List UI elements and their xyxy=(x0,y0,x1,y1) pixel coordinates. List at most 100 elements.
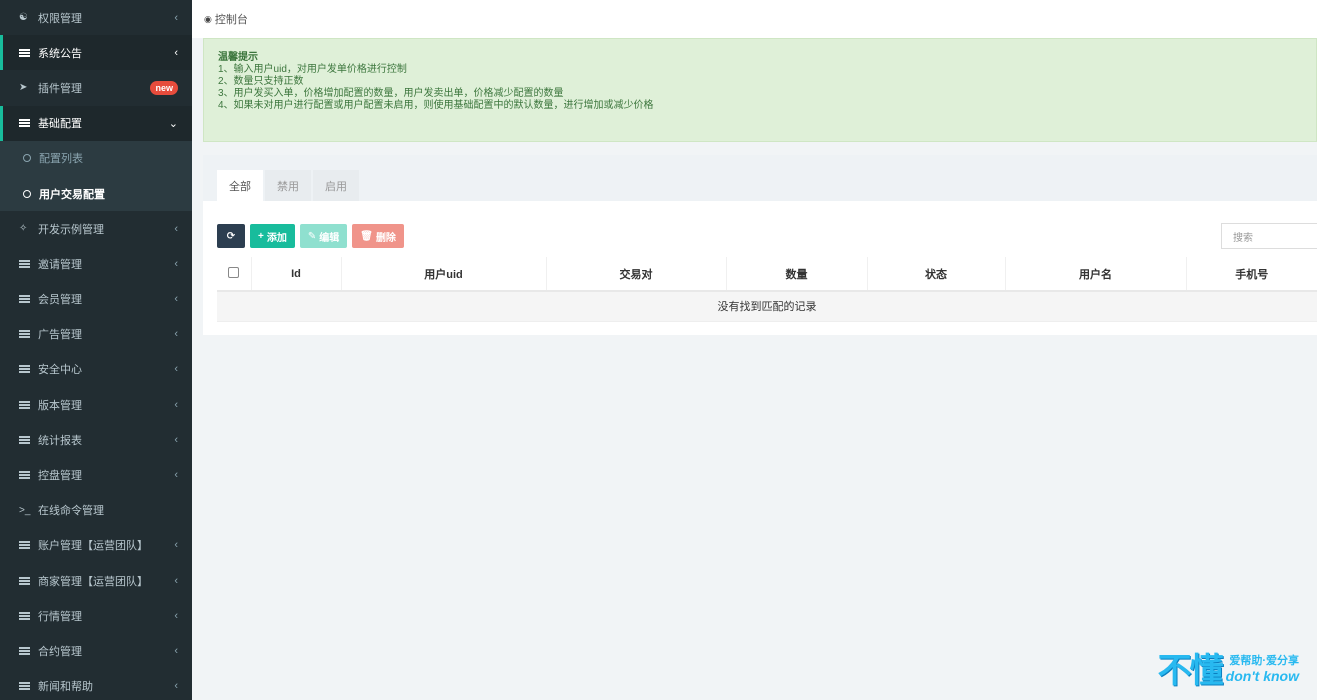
delete-button-label: 删除 xyxy=(375,232,396,244)
toolbar: ⟳ + 添加 ✎ 编辑 🗑 删除 搜索 xyxy=(217,223,1317,249)
tip-line: 3、用户发买入单，价格增加配置的数量，用户发卖出单，价格减少配置的数量 xyxy=(218,88,564,99)
list-icon xyxy=(19,682,33,691)
sidebar-item-label: 插件管理 xyxy=(38,82,82,95)
search-input[interactable]: 搜索 xyxy=(1221,223,1317,249)
tab-disabled[interactable]: 禁用 xyxy=(265,170,311,201)
column-header-status[interactable]: 状态 xyxy=(866,257,1005,292)
circle-icon xyxy=(23,189,31,198)
sidebar-item-label: 商家管理【运营团队】 xyxy=(38,575,148,588)
list-icon xyxy=(19,646,33,655)
edit-button-label: 编辑 xyxy=(319,232,340,244)
chevron-left-icon: ‹ xyxy=(174,469,178,482)
sidebar-item-security[interactable]: 安全中心 ‹ xyxy=(0,352,192,387)
tip-line: 4、如果未对用户进行配置或用户配置未启用，则使用基础配置中的默认数量，进行增加或… xyxy=(218,100,654,111)
sidebar-item-announcements[interactable]: 系统公告 ‹ xyxy=(0,35,192,71)
refresh-icon: ⟳ xyxy=(226,230,236,242)
tab-all[interactable]: 全部 xyxy=(217,170,263,201)
sidebar-item-dev-examples[interactable]: ✧ 开发示例管理 ‹ xyxy=(0,211,192,246)
sidebar-item-label: 行情管理 xyxy=(38,610,82,623)
watermark-en-text: don't know xyxy=(1225,667,1299,684)
delete-button[interactable]: 🗑 删除 xyxy=(352,224,404,248)
dashboard-icon: ◉ xyxy=(204,13,212,24)
pencil-icon: ✎ xyxy=(307,230,317,242)
list-icon xyxy=(19,576,33,585)
circle-icon xyxy=(23,154,31,163)
column-header-id[interactable]: Id xyxy=(250,257,341,292)
sidebar-item-label: 系统公告 xyxy=(38,47,82,60)
select-all-checkbox[interactable] xyxy=(228,266,240,278)
chevron-left-icon: ‹ xyxy=(174,609,178,622)
sidebar-item-quotes[interactable]: 行情管理 ‹ xyxy=(0,598,192,633)
sidebar-item-invites[interactable]: 邀请管理 ‹ xyxy=(0,246,192,281)
trash-icon: 🗑 xyxy=(360,230,373,242)
sidebar-item-label: 版本管理 xyxy=(38,399,82,412)
chevron-left-icon: ‹ xyxy=(174,539,178,552)
table-panel: 全部 禁用 启用 ⟳ + 添加 ✎ 编辑 🗑 删除 搜索 Id 用户uid 交易… xyxy=(203,155,1317,335)
tab-enabled[interactable]: 启用 xyxy=(313,170,359,201)
sidebar-item-label: 安全中心 xyxy=(38,364,82,377)
watermark-cn-text: 爱帮助·爱分享 xyxy=(1229,654,1299,667)
chevron-left-icon: ‹ xyxy=(174,433,178,446)
sidebar-item-members[interactable]: 会员管理 ‹ xyxy=(0,282,192,317)
add-button-label: 添加 xyxy=(266,232,287,244)
status-tabs: 全部 禁用 启用 xyxy=(203,155,1317,201)
chevron-left-icon: ‹ xyxy=(174,574,178,587)
sidebar-item-online-commands[interactable]: >_ 在线命令管理 xyxy=(0,493,192,528)
column-header-quantity[interactable]: 数量 xyxy=(725,257,867,292)
sidebar-item-label: 在线命令管理 xyxy=(38,505,104,518)
watermark-big-text: 不懂 xyxy=(1157,651,1224,691)
list-icon xyxy=(19,541,33,550)
sidebar-item-plugins[interactable]: ➤ 插件管理 new xyxy=(0,70,192,105)
magic-icon: ✧ xyxy=(19,223,28,235)
sidebar-item-label: 新闻和帮助 xyxy=(38,681,93,694)
sidebar-item-permissions[interactable]: ☯ 权限管理 ‹ xyxy=(0,0,192,35)
table-header-row: Id 用户uid 交易对 数量 状态 用户名 手机号 xyxy=(217,257,1317,292)
sidebar-item-label: 开发示例管理 xyxy=(38,223,104,236)
add-button[interactable]: + 添加 xyxy=(250,224,295,248)
empty-message: 没有找到匹配的记录 xyxy=(217,291,1317,322)
sidebar-item-accounts[interactable]: 账户管理【运营团队】 ‹ xyxy=(0,528,192,563)
list-icon xyxy=(19,611,33,620)
tip-title: 温馨提示 xyxy=(218,52,258,63)
list-icon xyxy=(19,48,33,57)
sidebar-subitem-label: 用户交易配置 xyxy=(39,188,105,201)
sidebar-item-label: 账户管理【运营团队】 xyxy=(38,540,148,553)
chevron-left-icon: ‹ xyxy=(174,293,178,306)
breadcrumb-dashboard-link[interactable]: 控制台 xyxy=(215,11,248,27)
sidebar-item-news-help[interactable]: 新闻和帮助 ‹ xyxy=(0,669,192,700)
chevron-left-icon: ‹ xyxy=(174,222,178,235)
tip-line: 1、输入用户uid，对用户发单价格进行控制 xyxy=(218,64,407,75)
list-icon xyxy=(19,295,33,304)
sidebar-item-label: 权限管理 xyxy=(38,12,82,25)
sidebar-item-ads[interactable]: 广告管理 ‹ xyxy=(0,317,192,352)
chevron-left-icon: ‹ xyxy=(174,363,178,376)
column-header-user-uid[interactable]: 用户uid xyxy=(340,257,546,292)
sidebar-item-market-control[interactable]: 控盘管理 ‹ xyxy=(0,457,192,492)
select-all-header xyxy=(217,257,251,292)
sidebar-item-contracts[interactable]: 合约管理 ‹ xyxy=(0,633,192,668)
refresh-button[interactable]: ⟳ xyxy=(217,224,245,248)
column-header-phone[interactable]: 手机号 xyxy=(1185,257,1317,292)
list-icon xyxy=(19,400,33,409)
column-header-pair[interactable]: 交易对 xyxy=(545,257,726,292)
sidebar-subitem-config-list[interactable]: 配置列表 xyxy=(0,140,192,176)
plus-icon: + xyxy=(258,230,264,242)
column-header-username[interactable]: 用户名 xyxy=(1004,257,1186,292)
sidebar-item-label: 邀请管理 xyxy=(38,258,82,271)
list-icon xyxy=(19,259,33,268)
sidebar-item-basic-config[interactable]: 基础配置 ⌄ xyxy=(0,105,192,141)
list-icon xyxy=(19,119,33,128)
sidebar-subitem-user-trade-config[interactable]: 用户交易配置 xyxy=(0,175,192,212)
terminal-icon: >_ xyxy=(19,504,31,516)
sidebar: ☯ 权限管理 ‹ 系统公告 ‹ ➤ 插件管理 new 基础配置 ⌄ 配置列表 用… xyxy=(0,0,192,700)
chevron-left-icon: ‹ xyxy=(174,398,178,411)
chevron-down-icon: ⌄ xyxy=(168,117,178,130)
sidebar-item-reports[interactable]: 统计报表 ‹ xyxy=(0,422,192,457)
chevron-left-icon: ‹ xyxy=(174,328,178,341)
chevron-left-icon: ‹ xyxy=(174,11,178,24)
sidebar-item-merchants[interactable]: 商家管理【运营团队】 ‹ xyxy=(0,563,192,598)
edit-button[interactable]: ✎ 编辑 xyxy=(299,224,348,248)
sidebar-item-label: 基础配置 xyxy=(38,118,82,131)
sidebar-item-label: 广告管理 xyxy=(38,329,82,342)
sidebar-item-versions[interactable]: 版本管理 ‹ xyxy=(0,387,192,422)
